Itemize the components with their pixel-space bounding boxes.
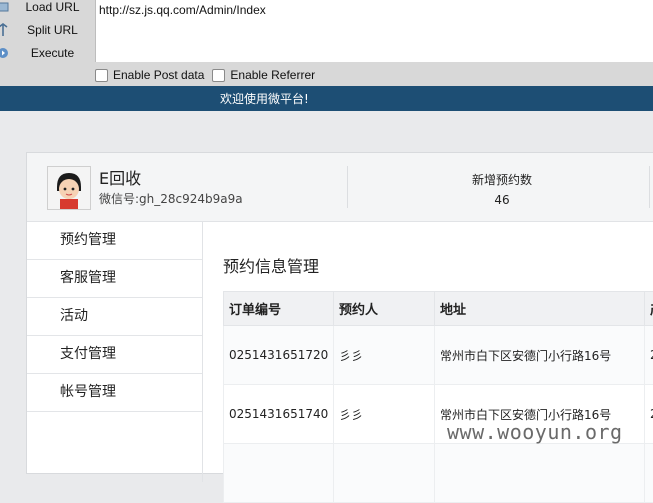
- sidebar-item-payment[interactable]: 支付管理: [27, 336, 202, 374]
- table-row[interactable]: 0251431651720 彡彡 常州市白下区安德门小行路16号 2: [224, 326, 653, 385]
- execute-button[interactable]: Execute: [0, 43, 95, 63]
- execute-icon: [0, 46, 10, 60]
- col-header-product[interactable]: 产: [645, 292, 653, 326]
- order-no-cell: 0251431651720: [224, 326, 334, 385]
- table-header-row: 订单编号 预约人 地址 产: [224, 292, 653, 326]
- booker-cell: 彡彡: [334, 385, 435, 444]
- wechat-id: 微信号:gh_28c924b9a9a: [99, 190, 243, 207]
- checkbox-box[interactable]: [95, 69, 108, 82]
- address-cell: [435, 444, 645, 503]
- load-url-icon: [0, 0, 10, 14]
- account-name: E回收: [99, 165, 141, 189]
- split-url-icon: [0, 23, 10, 37]
- divider: [649, 166, 650, 208]
- table-row[interactable]: [224, 444, 653, 503]
- divider: [347, 166, 348, 208]
- load-url-button[interactable]: Load URL: [0, 0, 95, 17]
- sidebar-nav: 预约管理 客服管理 活动 支付管理 帐号管理: [27, 222, 203, 482]
- hackbar-buttons: Load URL Split URL Execute: [0, 0, 95, 62]
- new-bookings-count: 46: [427, 193, 577, 207]
- checkbox-box[interactable]: [212, 69, 225, 82]
- booker-cell: 彡彡: [334, 326, 435, 385]
- col-header-address[interactable]: 地址: [435, 292, 645, 326]
- order-no-cell: [224, 444, 334, 503]
- url-textarea[interactable]: http://sz.js.qq.com/Admin/Index: [95, 0, 653, 62]
- watermark: www.wooyun.org: [447, 420, 623, 444]
- col-header-booker[interactable]: 预约人: [334, 292, 435, 326]
- address-cell: 常州市白下区安德门小行路16号: [435, 326, 645, 385]
- hackbar-toolbar: Load URL Split URL Execute http://sz.js.…: [0, 0, 653, 86]
- page-title: 预约信息管理: [223, 253, 319, 277]
- sidebar-item-customer-service[interactable]: 客服管理: [27, 260, 202, 298]
- hackbar-options: Enable Post data Enable Referrer: [95, 66, 323, 84]
- sidebar-item-account[interactable]: 帐号管理: [27, 374, 202, 412]
- sidebar-item-activity[interactable]: 活动: [27, 298, 202, 336]
- welcome-text: 欢迎使用微平台!: [220, 90, 309, 107]
- enable-post-data-checkbox[interactable]: Enable Post data: [95, 68, 204, 82]
- split-url-button[interactable]: Split URL: [0, 20, 95, 40]
- avatar: [47, 166, 91, 210]
- avatar-cartoon-icon: [48, 167, 90, 209]
- product-cell: 2: [645, 326, 653, 385]
- product-cell: [645, 444, 653, 503]
- booker-cell: [334, 444, 435, 503]
- new-bookings-label: 新增预约数: [427, 171, 577, 188]
- sidebar-item-bookings[interactable]: 预约管理: [27, 222, 202, 260]
- welcome-banner: 欢迎使用微平台!: [0, 86, 653, 111]
- account-header: E回收 微信号:gh_28c924b9a9a 新增预约数 46: [27, 153, 653, 222]
- enable-referrer-checkbox[interactable]: Enable Referrer: [212, 68, 315, 82]
- col-header-order-no[interactable]: 订单编号: [224, 292, 334, 326]
- order-no-cell: 0251431651740: [224, 385, 334, 444]
- bookings-table: 订单编号 预约人 地址 产 0251431651720 彡彡 常州市白下区安德门…: [223, 291, 653, 503]
- product-cell: 2: [645, 385, 653, 444]
